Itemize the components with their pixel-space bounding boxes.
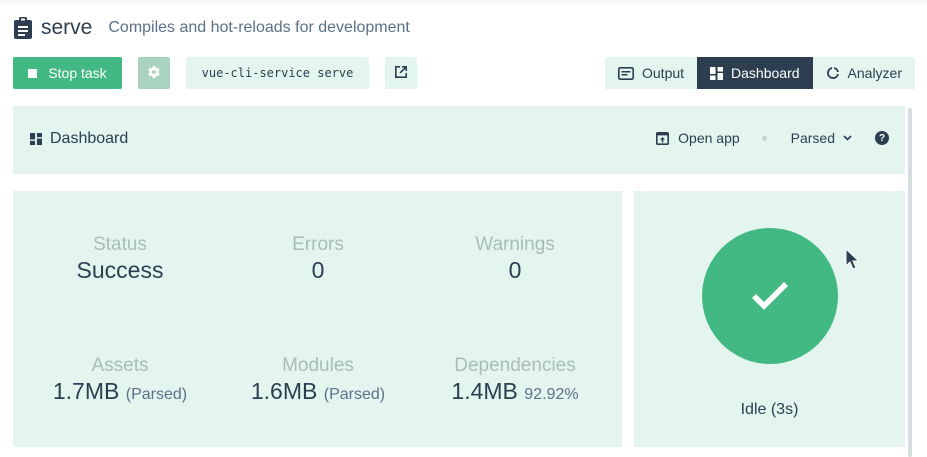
stat-warnings-label: Warnings (475, 234, 555, 255)
stat-errors-value: 0 (311, 257, 325, 283)
tab-analyzer-label: Analyzer (847, 65, 902, 81)
checkmark-icon (752, 282, 788, 310)
stat-modules-value: 1.6MB (Parsed) (218, 377, 418, 409)
task-settings-button[interactable] (138, 57, 170, 89)
dashboard-actions: Open app Parsed ? (656, 130, 889, 146)
task-description: Compiles and hot-reloads for development (108, 19, 410, 36)
mouse-cursor-icon (845, 247, 860, 275)
terminal-icon (618, 66, 634, 80)
build-status-card: Idle (3s) (634, 191, 905, 447)
stat-modules-label: Modules (282, 355, 354, 376)
stat-errors: Errors 0 (218, 234, 418, 284)
stat-errors-label: Errors (292, 234, 344, 255)
stat-warnings: Warnings 0 (415, 234, 615, 284)
stat-dependencies-label: Dependencies (454, 355, 576, 376)
stat-modules-suffix: (Parsed) (323, 386, 386, 403)
success-badge (702, 228, 838, 364)
dashboard-icon (710, 66, 724, 80)
tab-output[interactable]: Output (605, 57, 698, 89)
open-external-button[interactable] (385, 57, 417, 89)
stat-modules-size: 1.6MB (250, 378, 318, 404)
stop-task-button[interactable]: Stop task (13, 57, 122, 89)
task-header: serve Compiles and hot-reloads for devel… (13, 14, 410, 42)
tab-analyzer[interactable]: Analyzer (812, 57, 915, 89)
dashboard-title-label: Dashboard (50, 130, 129, 147)
scrollbar[interactable] (908, 108, 912, 457)
chevron-down-icon (843, 135, 852, 141)
stop-task-label: Stop task (48, 65, 107, 81)
top-shadow (0, 0, 927, 6)
tab-output-label: Output (642, 65, 685, 81)
stat-dependencies: Dependencies 1.4MB 92.92% (415, 355, 615, 409)
dashboard-header: Dashboard Open app Parsed ? (13, 106, 905, 174)
stat-dependencies-value: 1.4MB 92.92% (415, 377, 615, 409)
donut-icon (826, 66, 840, 80)
external-link-icon (394, 65, 408, 82)
task-toolbar: Stop task vue-cli-service serve Output D… (13, 57, 915, 89)
clipboard-icon (13, 17, 33, 39)
stat-assets-suffix: (Parsed) (125, 386, 188, 403)
separator-dot (761, 135, 767, 141)
stat-dependencies-percent: 92.92% (524, 386, 579, 403)
gear-icon (147, 65, 161, 82)
build-state-label: Idle (3s) (740, 401, 799, 418)
tab-dashboard-label: Dashboard (731, 65, 800, 81)
dashboard-icon (30, 133, 42, 145)
stop-icon (28, 68, 38, 78)
stat-assets-label: Assets (91, 355, 149, 376)
stat-modules: Modules 1.6MB (Parsed) (218, 355, 418, 409)
size-mode-select[interactable]: Parsed (791, 130, 852, 146)
open-app-label: Open app (678, 130, 740, 146)
stats-panel: Status Success Errors 0 Warnings 0 Asset… (13, 191, 622, 447)
stat-warnings-value: 0 (508, 257, 522, 283)
open-in-browser-icon (656, 131, 670, 145)
command-display[interactable]: vue-cli-service serve (186, 57, 369, 89)
help-icon[interactable]: ? (875, 131, 889, 145)
size-mode-value: Parsed (790, 130, 835, 146)
stat-status-label: Status (93, 234, 147, 255)
task-title: serve (41, 16, 93, 39)
stat-dependencies-size: 1.4MB (451, 378, 518, 404)
tab-dashboard[interactable]: Dashboard (697, 57, 813, 89)
stat-assets-size: 1.7MB (52, 378, 120, 404)
stat-status: Status Success (20, 234, 220, 284)
dashboard-title: Dashboard (30, 130, 128, 148)
view-tabs: Output Dashboard Analyzer (605, 57, 915, 89)
stat-assets: Assets 1.7MB (Parsed) (20, 355, 220, 409)
stat-status-value: Success (76, 257, 164, 283)
stat-assets-value: 1.7MB (Parsed) (20, 377, 220, 409)
open-app-button[interactable]: Open app (656, 130, 740, 146)
